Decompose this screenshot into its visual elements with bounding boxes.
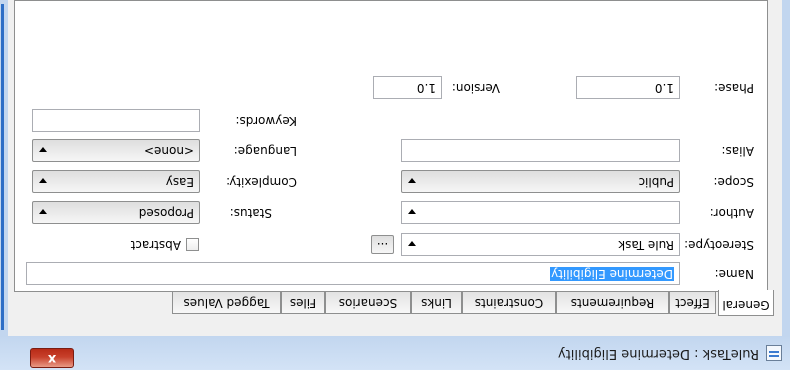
chevron-down-icon bbox=[408, 241, 416, 246]
stereotype-browse-button[interactable]: ... bbox=[371, 235, 394, 254]
window-frame-left bbox=[782, 0, 790, 336]
version-input[interactable]: 1.0 bbox=[373, 76, 442, 99]
name-value: Determine Eligibility bbox=[550, 267, 674, 281]
chevron-down-icon bbox=[39, 209, 47, 214]
status-value: Proposed bbox=[138, 206, 194, 220]
phase-label: Phase: bbox=[714, 81, 754, 95]
complexity-value: Easy bbox=[165, 175, 194, 189]
tab-tagged-values[interactable]: Tagged Values bbox=[172, 292, 281, 314]
alias-input[interactable] bbox=[401, 139, 680, 162]
name-input[interactable]: Determine Eligibility bbox=[26, 262, 680, 285]
general-tab-panel: Name: Determine Eligibility Stereotype: … bbox=[14, 0, 768, 292]
tab-scenarios[interactable]: Scenarios bbox=[325, 292, 411, 314]
keywords-input[interactable] bbox=[32, 109, 200, 132]
status-dropdown[interactable]: Proposed bbox=[32, 201, 200, 224]
tab-strip: General Effect Requirements Constraints … bbox=[14, 290, 774, 316]
language-label: Language: bbox=[233, 144, 297, 158]
chevron-down-icon bbox=[39, 147, 47, 152]
chevron-down-icon bbox=[408, 178, 416, 183]
title-bar[interactable]: RuleTask : Determine Eligibility x bbox=[0, 336, 790, 370]
stereotype-label: Stereotype: bbox=[684, 238, 754, 252]
version-label: Version: bbox=[451, 81, 500, 95]
abstract-checkbox[interactable] bbox=[186, 238, 199, 251]
dialog-client-area: General Effect Requirements Constraints … bbox=[8, 0, 782, 336]
tab-constraints[interactable]: Constraints bbox=[462, 292, 556, 314]
status-label: Status: bbox=[229, 206, 272, 220]
abstract-label: Abstract bbox=[130, 238, 181, 252]
name-label: Name: bbox=[714, 267, 754, 281]
stereotype-dropdown[interactable]: Rule Task bbox=[401, 233, 680, 256]
author-label: Author: bbox=[709, 206, 754, 220]
window: RuleTask : Determine Eligibility x Gener… bbox=[0, 0, 790, 370]
stereotype-value: Rule Task bbox=[618, 238, 674, 252]
complexity-label: Complexity: bbox=[226, 175, 297, 189]
scope-dropdown[interactable]: Public bbox=[401, 170, 680, 193]
language-value: <none> bbox=[143, 144, 194, 158]
frame-accent-stripe bbox=[1, 4, 4, 330]
tab-effect[interactable]: Effect bbox=[669, 292, 716, 314]
language-dropdown[interactable]: <none> bbox=[32, 139, 200, 162]
tab-links[interactable]: Links bbox=[411, 292, 462, 314]
chevron-down-icon bbox=[39, 178, 47, 183]
tab-general[interactable]: General bbox=[718, 290, 774, 316]
author-dropdown[interactable] bbox=[401, 201, 680, 224]
window-title: RuleTask : Determine Eligibility bbox=[557, 346, 759, 361]
phase-input[interactable]: 1.0 bbox=[576, 76, 680, 99]
keywords-label: Keywords: bbox=[235, 114, 297, 128]
scope-value: Public bbox=[638, 175, 674, 189]
window-icon bbox=[766, 345, 782, 361]
alias-label: Alias: bbox=[721, 144, 754, 158]
close-button[interactable]: x bbox=[30, 348, 74, 368]
tab-requirements[interactable]: Requirements bbox=[556, 292, 669, 314]
scope-label: Scope: bbox=[713, 175, 754, 189]
tab-files[interactable]: Files bbox=[281, 292, 325, 314]
chevron-down-icon bbox=[408, 209, 416, 214]
complexity-dropdown[interactable]: Easy bbox=[32, 170, 200, 193]
